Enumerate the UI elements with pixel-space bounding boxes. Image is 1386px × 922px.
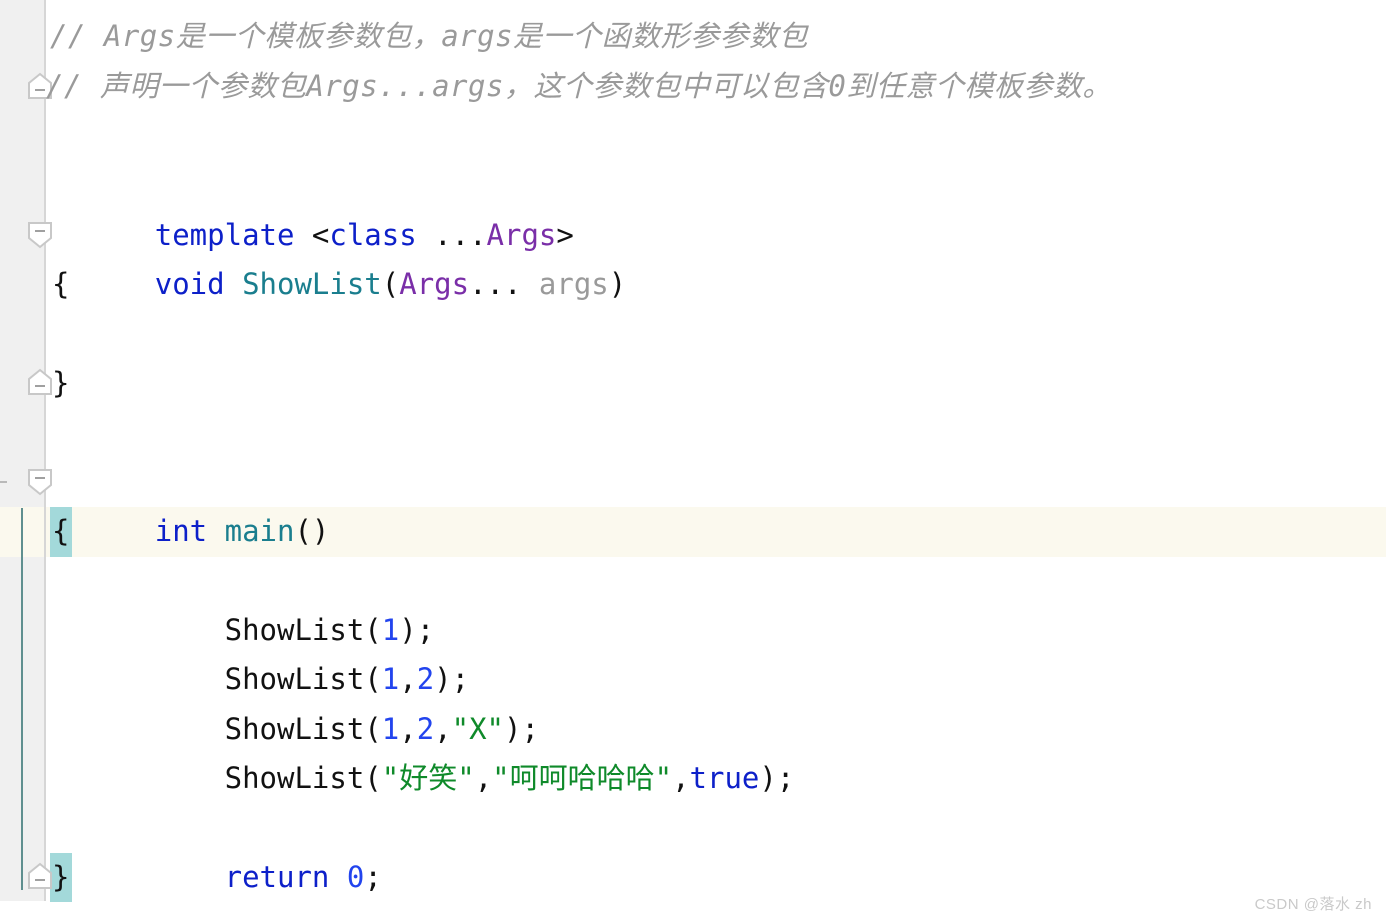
code-editor[interactable]: // Args是一个模板参数包，args是一个函数形参参数包 // 声明一个参数… — [0, 0, 1386, 922]
indent-return — [155, 860, 225, 894]
return-value: 0 — [346, 860, 365, 895]
code-line-call-3[interactable]: ShowList(1,2,"X"); — [50, 656, 539, 746]
code-line-showlist-signature[interactable]: void ShowList(Args... args) — [50, 211, 626, 301]
code-line-call-4[interactable]: ShowList("好笑","呵呵哈哈哈",true); — [50, 705, 795, 795]
code-line-comment-2[interactable]: // 声明一个参数包Args...args，这个参数包中可以包含0到任意个模板参… — [46, 62, 1112, 111]
csdn-watermark: CSDN @落水 zh — [1254, 896, 1372, 913]
param-name-args: args — [538, 267, 609, 302]
code-line-showlist-close-brace[interactable]: } — [52, 359, 69, 408]
code-line-main-close-brace[interactable]: } — [52, 853, 69, 902]
code-line-comment-1[interactable]: // Args是一个模板参数包，args是一个函数形参参数包 — [50, 12, 808, 61]
call-close-4: ); — [759, 761, 795, 796]
code-content[interactable]: // Args是一个模板参数包，args是一个函数形参参数包 // 声明一个参数… — [0, 0, 1386, 922]
keyword-void: void — [154, 267, 225, 302]
call-open-4: ( — [364, 761, 382, 796]
paren-open: ( — [381, 267, 400, 302]
call-arg-4-0: "好笑" — [381, 761, 475, 796]
keyword-return: return — [224, 860, 330, 895]
call-arg-4-2: true — [689, 761, 760, 796]
keyword-int: int — [154, 514, 208, 549]
call-name-4: ShowList — [224, 761, 365, 796]
main-parens: () — [294, 514, 330, 549]
code-line-main-open-brace[interactable]: { — [52, 507, 69, 556]
code-line-call-2[interactable]: ShowList(1,2); — [50, 606, 469, 696]
code-line-showlist-open-brace[interactable]: { — [52, 260, 69, 309]
code-line-return[interactable]: return 0; — [50, 804, 382, 894]
param-ellipsis: ... — [469, 267, 539, 302]
indent-4 — [155, 761, 225, 795]
code-line-main-signature[interactable]: int main() — [50, 458, 330, 548]
paren-close: ) — [608, 267, 627, 302]
call-arg-4-1: "呵呵哈哈哈" — [492, 761, 673, 796]
param-type-args: Args — [399, 267, 470, 302]
code-line-template-decl[interactable]: template <class ...Args> — [50, 162, 574, 252]
code-line-call-1[interactable]: ShowList(1); — [50, 557, 435, 647]
return-semicolon: ; — [364, 860, 382, 895]
function-name-main: main — [224, 514, 295, 549]
function-name-showlist: ShowList — [242, 267, 382, 302]
